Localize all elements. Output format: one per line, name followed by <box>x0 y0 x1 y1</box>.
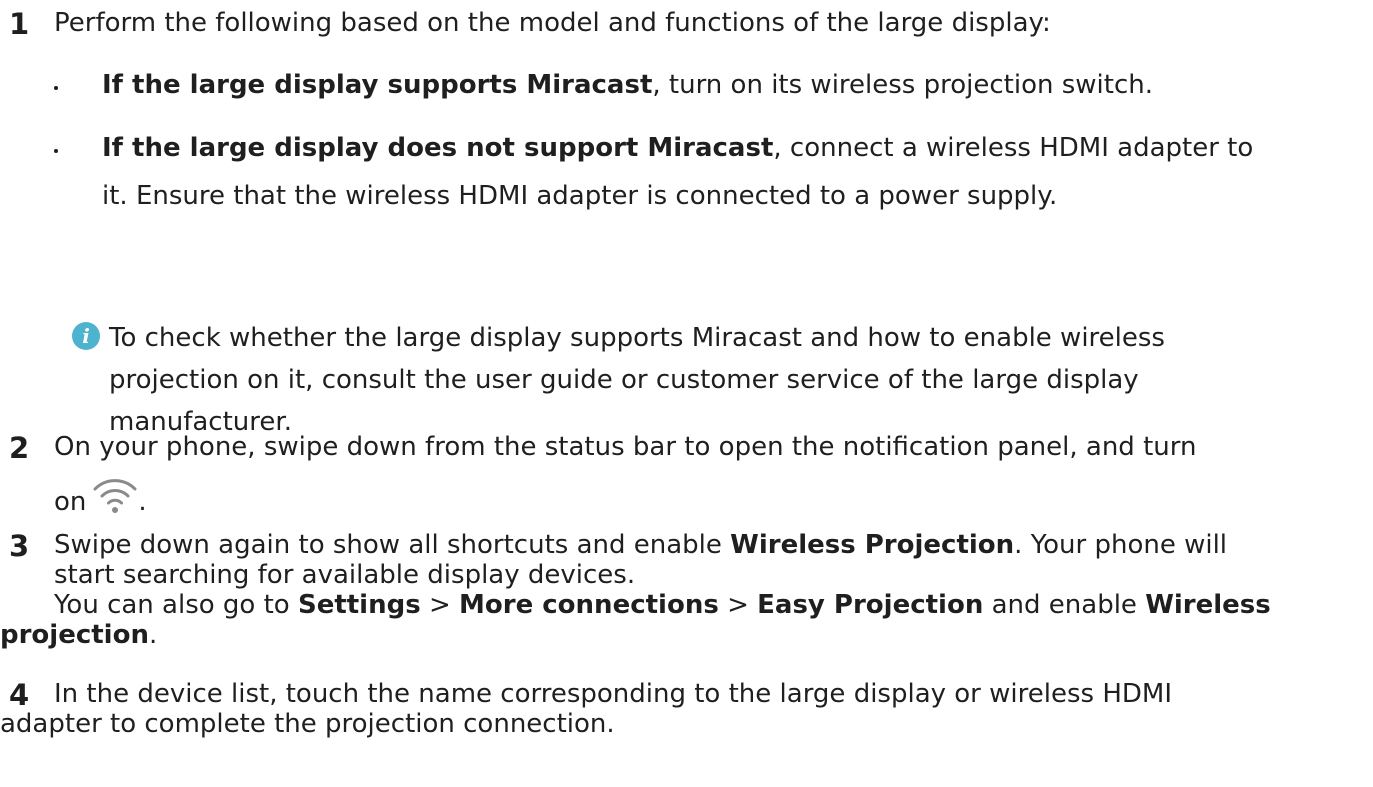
step-line: projection. <box>0 620 1354 650</box>
step-line-text: You can also go to <box>54 590 298 620</box>
step-line: on . <box>54 474 1354 521</box>
document-page: 1 Perform the following based on the mod… <box>0 0 1373 787</box>
step-number: 4 <box>9 678 30 712</box>
step-line-bold: Easy Projection <box>757 590 984 620</box>
step-line-text: . Your phone will <box>1014 530 1228 560</box>
bullet-line: it. Ensure that the wireless HDMI adapte… <box>102 181 1058 211</box>
step-text: Perform the following based on the model… <box>54 8 1051 38</box>
step-line: Swipe down again to show all shortcuts a… <box>54 530 1354 560</box>
step-text: On your phone, swipe down from the statu… <box>54 428 1354 521</box>
step-line-text: . <box>148 620 158 650</box>
bullet-dot <box>54 149 58 153</box>
bullet-regular-text: , connect a wireless HDMI adapter to <box>773 133 1254 163</box>
bullet-text: If the large display supports Miracast, … <box>102 64 1352 106</box>
info-icon: i <box>72 322 100 350</box>
step-line-bold: Wireless Projection <box>730 530 1015 560</box>
step-line-text: and enable <box>983 590 1146 620</box>
wifi-icon <box>93 479 137 513</box>
note-line: projection on it, consult the user guide… <box>109 365 1139 395</box>
step-number: 2 <box>9 431 30 465</box>
step-number: 3 <box>9 529 30 563</box>
note-line: To check whether the large display suppo… <box>109 323 1165 353</box>
step-line-text: > <box>718 590 758 620</box>
step-line-bold: Settings <box>297 590 421 620</box>
bullet-regular-text: , turn on its wireless projection switch… <box>652 70 1153 100</box>
step-text: In the device list, touch the name corre… <box>0 679 1354 739</box>
step-line-bold: Wireless <box>1145 590 1271 620</box>
bullet-line: If the large display does not support Mi… <box>102 127 1352 169</box>
bullet-bold-text: If the large display does not support Mi… <box>102 133 774 163</box>
step-line-bold: projection <box>0 620 149 650</box>
step-line: On your phone, swipe down from the statu… <box>54 432 1197 462</box>
step-line-text: Swipe down again to show all shortcuts a… <box>54 530 731 560</box>
bullet-bold-text: If the large display supports Miracast <box>102 70 653 100</box>
bullet-dot <box>54 86 58 90</box>
step-line-text: . <box>138 487 147 517</box>
step-line-text: > <box>420 590 460 620</box>
bullet-text: If the large display does not support Mi… <box>102 127 1352 217</box>
step-line-bold: More connections <box>459 590 719 620</box>
step-line-text: on <box>54 487 87 517</box>
note-text: To check whether the large display suppo… <box>109 317 1339 443</box>
step-text: Swipe down again to show all shortcuts a… <box>0 530 1354 650</box>
step-line: You can also go to Settings > More conne… <box>54 590 1354 620</box>
step-number: 1 <box>9 7 30 41</box>
step-line: adapter to complete the projection conne… <box>0 709 615 739</box>
step-line: start searching for available display de… <box>54 560 636 590</box>
step-line: In the device list, touch the name corre… <box>54 679 1172 709</box>
